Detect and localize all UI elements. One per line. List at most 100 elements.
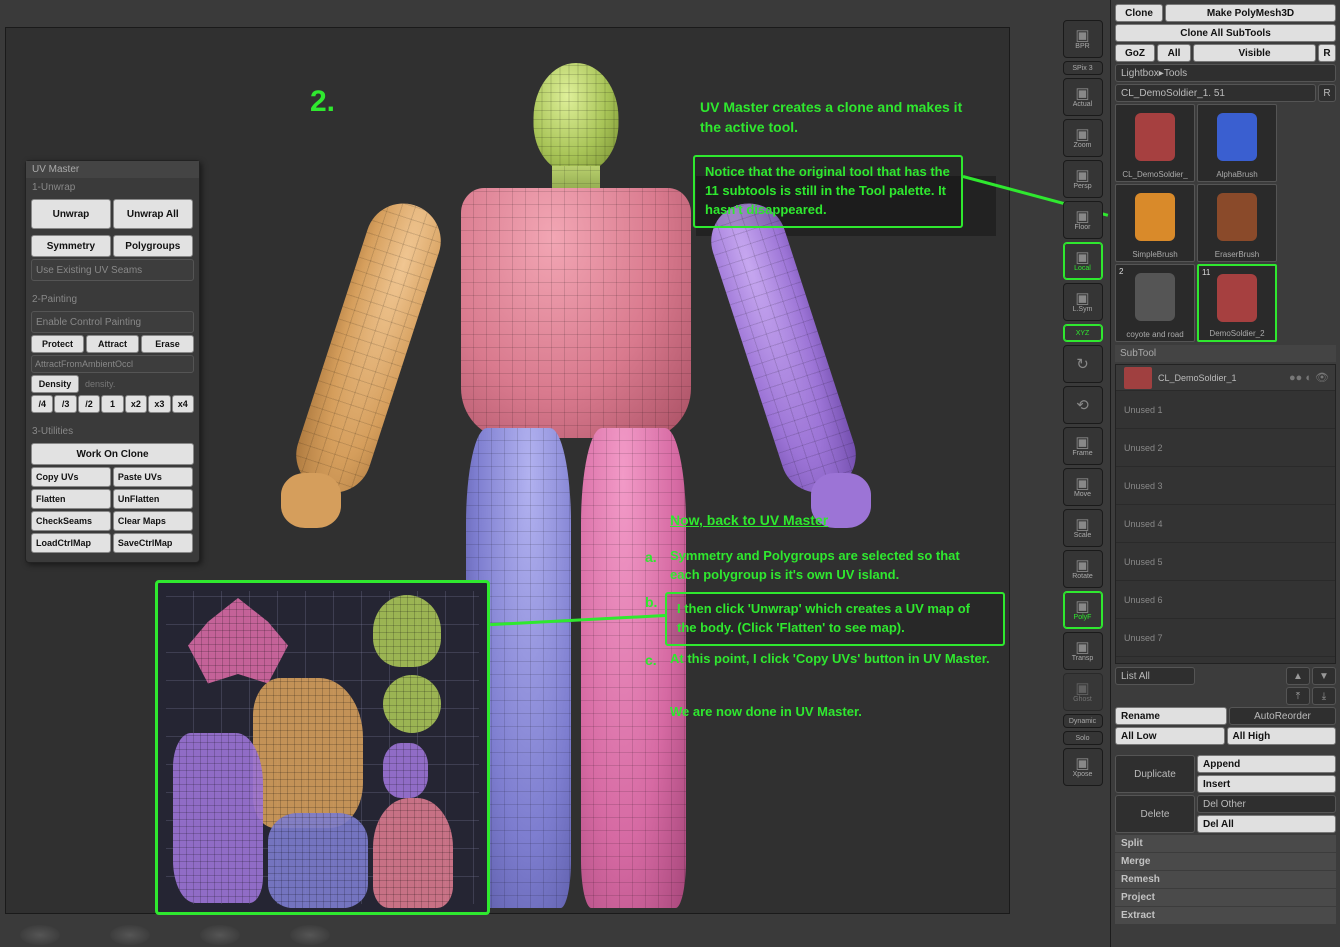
- tool-thumb-alphabrush[interactable]: AlphaBrush: [1197, 104, 1277, 182]
- subtool-header[interactable]: SubTool: [1115, 345, 1336, 362]
- list-all-button[interactable]: List All: [1115, 667, 1195, 685]
- sidebar-actual[interactable]: ▣Actual: [1063, 78, 1103, 116]
- sidebar-local[interactable]: ▣Local: [1063, 242, 1103, 280]
- unwrap-all-button[interactable]: Unwrap All: [113, 199, 193, 229]
- tool-thumb-simplebrush[interactable]: SimpleBrush: [1115, 184, 1195, 262]
- del-other-button[interactable]: Del Other: [1197, 795, 1336, 813]
- subtool-row-unused[interactable]: Unused 6: [1116, 581, 1335, 619]
- density-button[interactable]: Density: [31, 375, 79, 393]
- append-button[interactable]: Append: [1197, 755, 1336, 773]
- sidebar-dynamic[interactable]: Dynamic: [1063, 714, 1103, 728]
- density-x3[interactable]: x3: [148, 395, 170, 413]
- subtool-row-unused[interactable]: Unused 7: [1116, 619, 1335, 657]
- sidebar-xyz[interactable]: XYZ: [1063, 324, 1103, 342]
- goz-r-button[interactable]: R: [1318, 44, 1336, 62]
- density-x4[interactable]: x4: [172, 395, 194, 413]
- all-low-button[interactable]: All Low: [1115, 727, 1225, 745]
- uvmaster-panel[interactable]: UV Master 1-Unwrap Unwrap Unwrap All Sym…: [25, 160, 200, 563]
- insert-button[interactable]: Insert: [1197, 775, 1336, 793]
- subtool-row-unused[interactable]: Unused 1: [1116, 391, 1335, 429]
- use-seams-button[interactable]: Use Existing UV Seams: [31, 259, 194, 281]
- sidebar-frame[interactable]: ▣Frame: [1063, 427, 1103, 465]
- brush-thumb-icon[interactable]: [290, 925, 330, 945]
- lightbox-tools-button[interactable]: Lightbox▸Tools: [1115, 64, 1336, 82]
- move-bottom-button[interactable]: ⤓: [1312, 687, 1336, 705]
- rename-button[interactable]: Rename: [1115, 707, 1227, 725]
- brush-thumb-icon[interactable]: [20, 925, 60, 945]
- goz-button[interactable]: GoZ: [1115, 44, 1155, 62]
- copy-uvs-button[interactable]: Copy UVs: [31, 467, 111, 487]
- sidebar--[interactable]: ⟲: [1063, 386, 1103, 424]
- sidebar-bpr[interactable]: ▣BPR: [1063, 20, 1103, 58]
- work-on-clone-button[interactable]: Work On Clone: [31, 443, 194, 465]
- subtool-row-unused[interactable]: Unused 3: [1116, 467, 1335, 505]
- density-x2[interactable]: x2: [125, 395, 147, 413]
- sidebar-spix-3[interactable]: SPix 3: [1063, 61, 1103, 75]
- protect-button[interactable]: Protect: [31, 335, 84, 353]
- density-1[interactable]: 1: [101, 395, 123, 413]
- tool-r-button[interactable]: R: [1318, 84, 1336, 102]
- goz-all-button[interactable]: All: [1157, 44, 1191, 62]
- checkseams-button[interactable]: CheckSeams: [31, 511, 111, 531]
- density-d4[interactable]: /4: [31, 395, 53, 413]
- section-extract[interactable]: Extract: [1115, 907, 1336, 924]
- enable-control-painting-button[interactable]: Enable Control Painting: [31, 311, 194, 333]
- attract-ao-button[interactable]: AttractFromAmbientOccl: [31, 355, 194, 373]
- density-d2[interactable]: /2: [78, 395, 100, 413]
- section-merge[interactable]: Merge: [1115, 853, 1336, 870]
- clearmaps-button[interactable]: Clear Maps: [113, 511, 193, 531]
- sidebar-solo[interactable]: Solo: [1063, 731, 1103, 745]
- erase-button[interactable]: Erase: [141, 335, 194, 353]
- polygroups-button[interactable]: Polygroups: [113, 235, 193, 257]
- tool-name-field[interactable]: CL_DemoSoldier_1. 51: [1115, 84, 1316, 102]
- sidebar-ghost[interactable]: ▣Ghost: [1063, 673, 1103, 711]
- autoreorder-button[interactable]: AutoReorder: [1229, 707, 1336, 725]
- make-polymesh3d-button[interactable]: Make PolyMesh3D: [1165, 4, 1336, 22]
- section-remesh[interactable]: Remesh: [1115, 871, 1336, 888]
- clone-button[interactable]: Clone: [1115, 4, 1163, 22]
- move-up-button[interactable]: ▲: [1286, 667, 1310, 685]
- goz-visible-button[interactable]: Visible: [1193, 44, 1316, 62]
- sidebar-scale[interactable]: ▣Scale: [1063, 509, 1103, 547]
- section-split[interactable]: Split: [1115, 835, 1336, 852]
- subtool-row-unused[interactable]: Unused 5: [1116, 543, 1335, 581]
- sidebar-xpose[interactable]: ▣Xpose: [1063, 748, 1103, 786]
- subtool-row-active[interactable]: CL_DemoSoldier_1 ●● ◐ 👁: [1116, 365, 1335, 391]
- model-arm-right: [701, 194, 865, 502]
- sidebar-l-sym[interactable]: ▣L.Sym: [1063, 283, 1103, 321]
- sidebar-zoom[interactable]: ▣Zoom: [1063, 119, 1103, 157]
- tool-thumb-eraserbrush[interactable]: EraserBrush: [1197, 184, 1277, 262]
- sidebar-transp[interactable]: ▣Transp: [1063, 632, 1103, 670]
- sidebar-floor[interactable]: ▣Floor: [1063, 201, 1103, 239]
- clone-all-subtools-button[interactable]: Clone All SubTools: [1115, 24, 1336, 42]
- flatten-button[interactable]: Flatten: [31, 489, 111, 509]
- sidebar--[interactable]: ↻: [1063, 345, 1103, 383]
- subtool-row-unused[interactable]: Unused 4: [1116, 505, 1335, 543]
- attract-button[interactable]: Attract: [86, 335, 139, 353]
- sidebar-polyf[interactable]: ▣PolyF: [1063, 591, 1103, 629]
- tool-thumb-coyote-and-road[interactable]: 2coyote and road: [1115, 264, 1195, 342]
- all-high-button[interactable]: All High: [1227, 727, 1337, 745]
- sidebar-move[interactable]: ▣Move: [1063, 468, 1103, 506]
- section-project[interactable]: Project: [1115, 889, 1336, 906]
- brush-thumb-icon[interactable]: [200, 925, 240, 945]
- duplicate-button[interactable]: Duplicate: [1115, 755, 1195, 793]
- tool-thumb-cl_demosoldier_[interactable]: CL_DemoSoldier_: [1115, 104, 1195, 182]
- savectrlmap-button[interactable]: SaveCtrlMap: [113, 533, 193, 553]
- tool-thumb-demosoldier_2[interactable]: 11DemoSoldier_2: [1197, 264, 1277, 342]
- move-down-button[interactable]: ▼: [1312, 667, 1336, 685]
- paste-uvs-button[interactable]: Paste UVs: [113, 467, 193, 487]
- loadctrlmap-button[interactable]: LoadCtrlMap: [31, 533, 111, 553]
- del-all-button[interactable]: Del All: [1197, 815, 1336, 833]
- move-top-button[interactable]: ⤒: [1286, 687, 1310, 705]
- subtool-list[interactable]: CL_DemoSoldier_1 ●● ◐ 👁 Unused 1Unused 2…: [1115, 364, 1336, 664]
- sidebar-rotate[interactable]: ▣Rotate: [1063, 550, 1103, 588]
- density-d3[interactable]: /3: [54, 395, 76, 413]
- sidebar-persp[interactable]: ▣Persp: [1063, 160, 1103, 198]
- unflatten-button[interactable]: UnFlatten: [113, 489, 193, 509]
- delete-button[interactable]: Delete: [1115, 795, 1195, 833]
- brush-thumb-icon[interactable]: [110, 925, 150, 945]
- symmetry-button[interactable]: Symmetry: [31, 235, 111, 257]
- unwrap-button[interactable]: Unwrap: [31, 199, 111, 229]
- subtool-row-unused[interactable]: Unused 2: [1116, 429, 1335, 467]
